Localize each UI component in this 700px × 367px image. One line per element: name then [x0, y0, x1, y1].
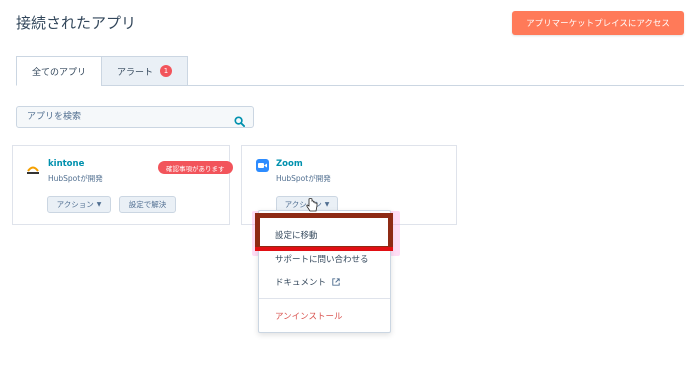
tab-all-apps[interactable]: 全てのアプリ	[16, 56, 102, 86]
menu-divider	[259, 298, 390, 299]
app-marketplace-button[interactable]: アプリマーケットプレイスにアクセス	[512, 11, 684, 35]
kintone-logo-icon	[26, 161, 40, 174]
tab-alerts[interactable]: アラート 1	[101, 56, 188, 86]
external-link-icon	[332, 278, 340, 286]
menu-item-contact-support[interactable]: サポートに問い合わせる	[275, 253, 369, 265]
app-name-kintone[interactable]: kintone	[48, 159, 84, 169]
search-box	[16, 106, 254, 128]
tab-all-apps-label: 全てのアプリ	[31, 67, 86, 78]
app-developer-zoom: HubSpotが開発	[276, 174, 331, 183]
documentation-label: ドキュメント	[275, 278, 327, 288]
search-icon[interactable]	[234, 112, 245, 131]
hand-cursor-icon	[306, 198, 318, 212]
resolve-in-settings-button[interactable]: 設定で解決	[119, 196, 176, 213]
actions-label: アクション	[56, 200, 94, 209]
app-name-zoom[interactable]: Zoom	[276, 159, 303, 169]
zoom-video-icon	[256, 159, 269, 172]
menu-item-documentation[interactable]: ドキュメント	[275, 276, 340, 288]
tab-alerts-label: アラート	[116, 67, 153, 78]
kintone-actions-button[interactable]: アクション ▼	[47, 196, 111, 213]
page-title: 接続されたアプリ	[16, 14, 137, 32]
annotation-highlight-box	[255, 213, 393, 251]
caret-down-icon: ▼	[324, 201, 330, 208]
menu-item-uninstall[interactable]: アンインストール	[275, 310, 343, 322]
alert-count-badge: 1	[160, 65, 172, 77]
app-card-kintone: kintone HubSpotが開発 確認事項があります アクション ▼ 設定で…	[12, 145, 233, 225]
caret-down-icon: ▼	[96, 201, 102, 208]
warning-badge: 確認事項があります	[158, 161, 233, 174]
search-input[interactable]	[25, 111, 229, 123]
app-developer-kintone: HubSpotが開発	[48, 174, 103, 183]
